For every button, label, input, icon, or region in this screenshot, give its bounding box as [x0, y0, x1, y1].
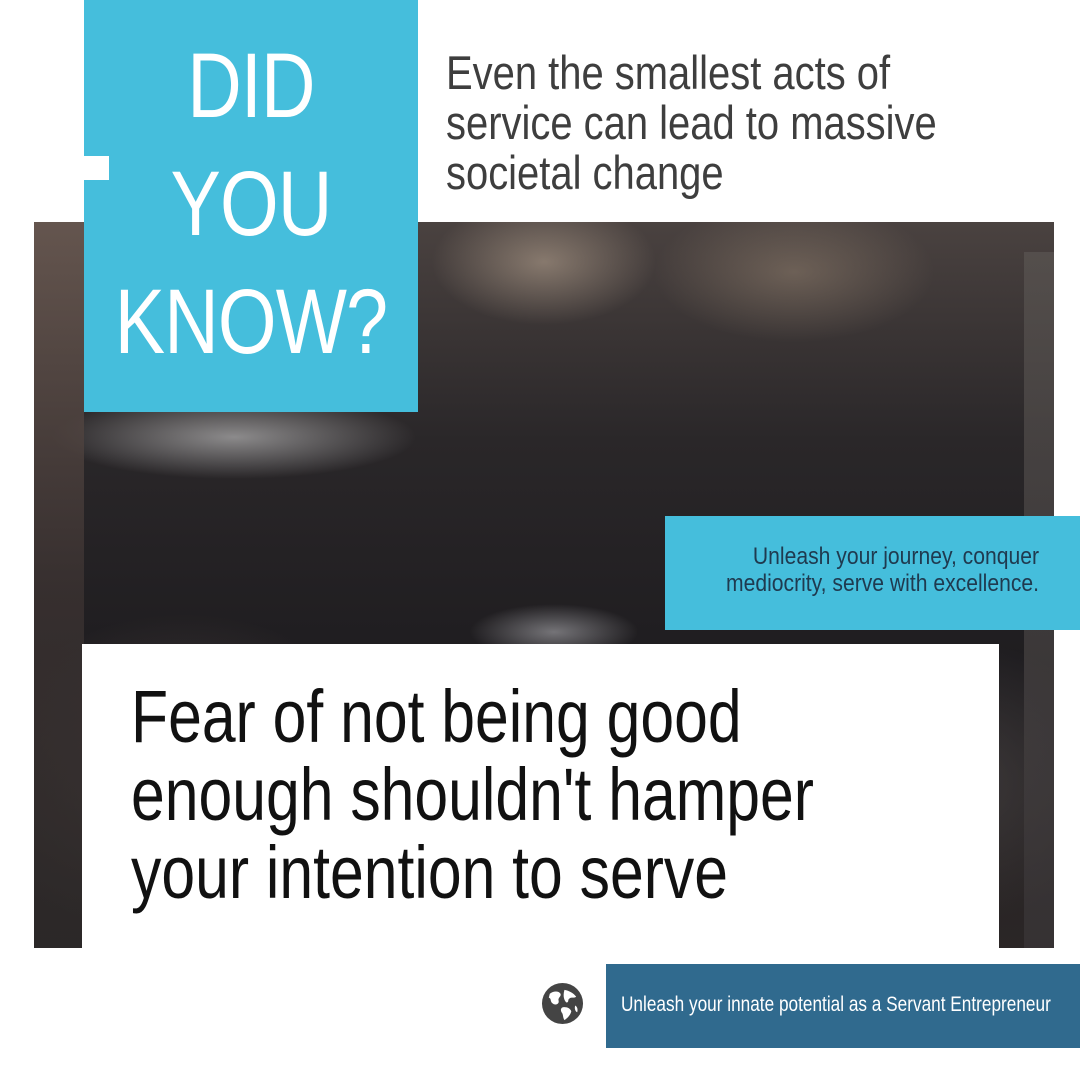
headline-line-1: DID [187, 35, 315, 137]
photo-pillar-left [34, 222, 84, 948]
footer-text: Unleash your innate potential as a Serva… [621, 993, 1051, 1016]
intro-text: Even the smallest acts of service can le… [446, 46, 937, 199]
headline-line-2: YOU [170, 153, 332, 255]
quote-text: Fear of not being good enough shouldn't … [131, 675, 814, 914]
tagline-text: Unleash your journey, conquer mediocrity… [725, 543, 1039, 597]
headline-line-3: KNOW? [114, 271, 388, 373]
globe-icon [541, 982, 584, 1025]
panel-notch [84, 156, 109, 180]
